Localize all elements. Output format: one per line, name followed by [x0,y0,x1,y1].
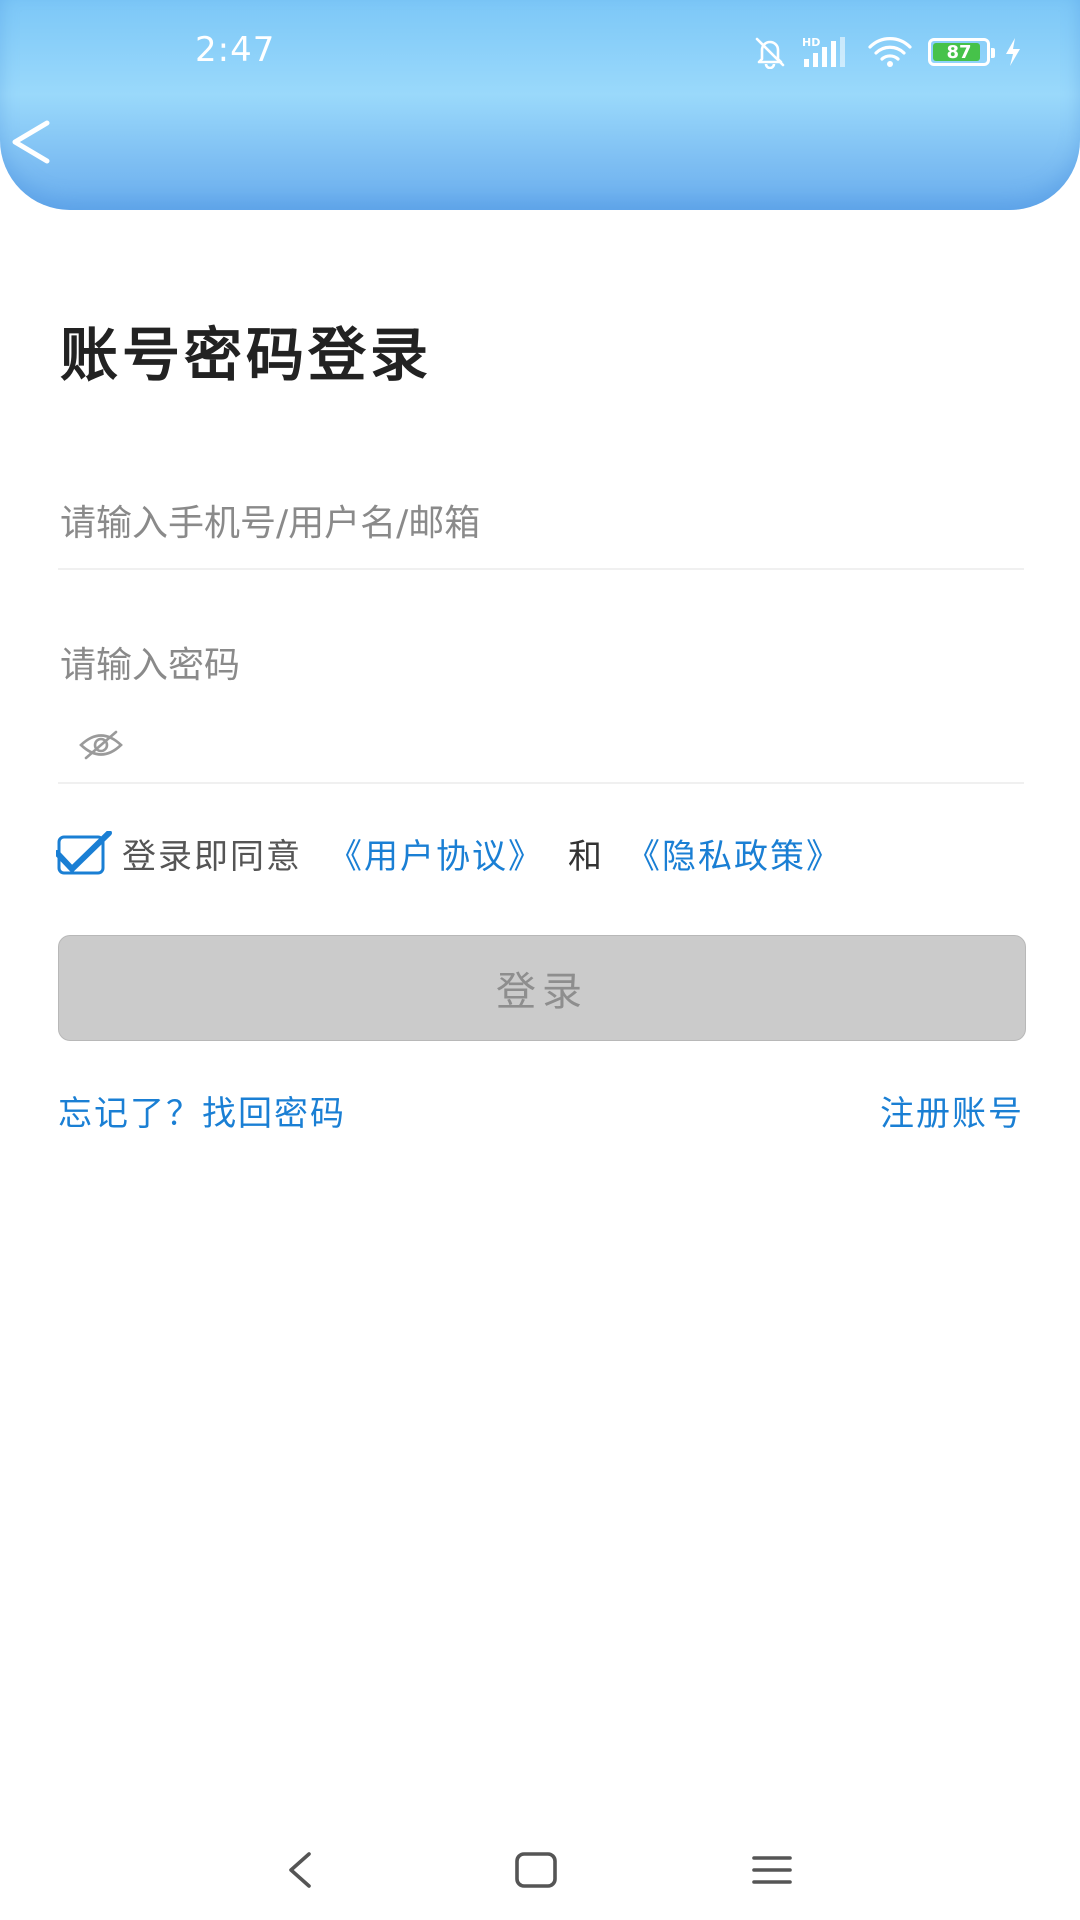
register-link[interactable]: 注册账号 [880,1086,1024,1135]
user-agreement-link[interactable]: 《用户协议》 [328,829,544,878]
status-icons: HD 87 [752,34,1022,70]
battery-level: 87 [946,41,972,63]
nav-menu-icon [752,1856,792,1884]
nav-back-icon [289,1852,311,1888]
privacy-policy-link[interactable]: 《隐私政策》 [626,829,842,878]
agreement-and: 和 [568,836,602,877]
password-field [58,630,1024,784]
login-page: 2:47 HD 87 账号密码登录 请输入手机号/用户名/邮箱 登录即同意 《用… [0,0,1080,1920]
account-input[interactable] [58,488,1024,558]
eye-off-icon[interactable] [78,728,124,766]
account-field [58,488,1024,570]
nav-menu-button[interactable] [742,1840,802,1900]
checkbox-checked-icon [54,830,112,875]
nav-home-button[interactable] [506,1840,566,1900]
battery-icon: 87 [928,38,995,66]
header: 2:47 HD 87 [0,0,1080,210]
charging-icon [1004,37,1022,67]
chevron-left-icon [12,120,50,164]
mute-bell-icon [752,35,788,69]
wifi-icon [866,35,914,69]
navigation-bar [0,1820,1080,1920]
agreement-row: 登录即同意 《用户协议》 和 《隐私政策》 [54,826,842,880]
status-time: 2:47 [195,30,276,70]
nav-back-button[interactable] [270,1840,330,1900]
agreement-checkbox[interactable] [54,830,112,875]
agreement-prefix: 登录即同意 [122,836,302,877]
bottom-links: 忘记了？找回密码 注册账号 [58,1086,1024,1135]
nav-home-icon [515,1852,557,1888]
login-button[interactable]: 登录 [58,935,1026,1041]
page-title: 账号密码登录 [60,321,433,389]
hd-signal-icon: HD [802,35,852,69]
password-input[interactable] [58,630,1024,700]
svg-text:HD: HD [802,36,820,49]
back-button[interactable] [6,112,56,172]
forgot-password-link[interactable]: 忘记了？找回密码 [58,1086,346,1135]
